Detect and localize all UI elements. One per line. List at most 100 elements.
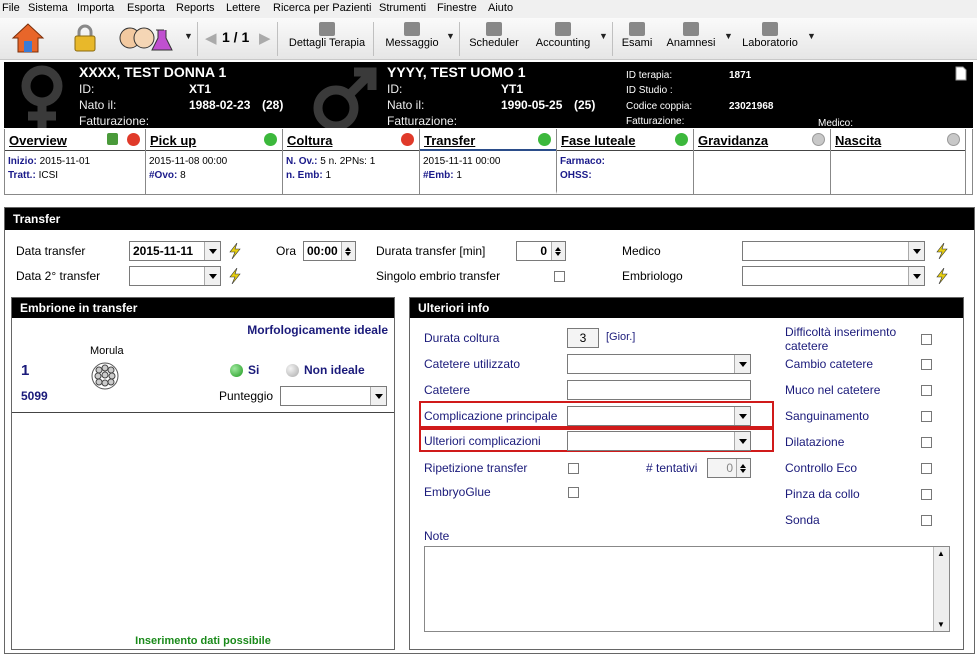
note-scrollbar[interactable]: ▲ ▼ (933, 547, 949, 631)
complicazione-principale-select[interactable] (567, 406, 751, 426)
prev-icon[interactable]: ◀ (205, 29, 217, 47)
menu-finestre[interactable]: Finestre (437, 2, 477, 14)
tab-line2: #Emb: 1 (423, 170, 462, 181)
tab-pick-up[interactable]: Pick up 2015-11-08 00:00 #Ovo: 8 (146, 129, 283, 194)
data-transfer-select[interactable]: 2015-11-11 (129, 241, 221, 261)
tab-fase-luteale[interactable]: Fase luteale Farmaco: OHSS: (557, 129, 694, 194)
messaggio-button[interactable]: Messaggio (380, 18, 444, 60)
next-icon[interactable]: ▶ (259, 29, 271, 47)
error-status-icon (401, 133, 414, 146)
menu-importa[interactable]: Importa (77, 2, 114, 14)
controllo-eco-label: Controllo Eco (785, 461, 858, 475)
messaggio-dropdown-arrow[interactable]: ▼ (446, 31, 455, 41)
scroll-down-icon[interactable]: ▼ (937, 620, 945, 629)
error-status-icon (127, 133, 140, 146)
embryo-code: 5099 (21, 389, 48, 403)
tab-title: Nascita (835, 133, 882, 148)
chevron-down-icon (204, 242, 220, 260)
dettagli-terapia-button[interactable]: Dettagli Terapia (288, 18, 366, 60)
embriologo-select[interactable] (742, 266, 925, 286)
scheduler-button[interactable]: Scheduler (466, 18, 522, 60)
lightning-icon[interactable] (934, 243, 950, 259)
tab-gravidanza[interactable]: Gravidanza (694, 129, 831, 194)
ulteriori-complicazioni-select[interactable] (567, 431, 751, 451)
cambio-catetere-checkbox[interactable] (921, 359, 932, 370)
controllo-eco-checkbox[interactable] (921, 463, 932, 474)
durata-transfer-spinner[interactable]: 0 (516, 241, 566, 261)
accounting-dropdown-arrow[interactable]: ▼ (599, 31, 608, 41)
male-id: YT1 (501, 82, 524, 96)
anamnesi-dropdown-arrow[interactable]: ▼ (724, 31, 733, 41)
id-terapia: 1871 (729, 70, 752, 81)
non-ideale-label: Non ideale (304, 363, 365, 377)
menu-ricerca-pazienti[interactable]: Ricerca per Pazienti (273, 2, 371, 14)
ok-status-icon (675, 133, 688, 146)
scroll-up-icon[interactable]: ▲ (937, 549, 945, 558)
tentativi-label: # tentativi (646, 461, 698, 475)
tab-line2: n. Emb: 1 (286, 170, 332, 181)
home-icon[interactable] (11, 22, 45, 54)
menu-reports[interactable]: Reports (176, 2, 215, 14)
sonda-checkbox[interactable] (921, 515, 932, 526)
data2-transfer-label: Data 2° transfer (16, 269, 101, 283)
menu-aiuto[interactable]: Aiuto (488, 2, 513, 14)
medico-label: Medico: (818, 118, 854, 128)
catetere-utilizzato-select[interactable] (567, 354, 751, 374)
laboratorio-button[interactable]: Laboratorio (740, 18, 800, 60)
couple-lab-icon[interactable] (118, 24, 176, 52)
menu-strumenti[interactable]: Strumenti (379, 2, 426, 14)
catetere-input[interactable] (567, 380, 751, 400)
tab-title: Pick up (150, 133, 197, 148)
lightning-icon[interactable] (227, 268, 243, 284)
calculator-icon (555, 22, 571, 36)
anamnesi-button[interactable]: Anamnesi (664, 18, 718, 60)
female-billing-label: Fatturazione: (79, 114, 150, 128)
menu-esporta[interactable]: Esporta (127, 2, 165, 14)
difficolta-checkbox[interactable] (921, 334, 932, 345)
accounting-button[interactable]: Accounting (532, 18, 594, 60)
divider (12, 412, 394, 413)
tab-coltura[interactable]: Coltura N. Ov.: 5 n. 2PNs: 1 n. Emb: 1 (283, 129, 420, 194)
male-billing-label: Fatturazione: (387, 114, 458, 128)
embryoglue-checkbox[interactable] (568, 487, 579, 498)
couple-dropdown-arrow[interactable]: ▼ (184, 31, 193, 41)
si-label: Si (248, 363, 260, 377)
tentativi-spinner[interactable]: 0 (707, 458, 751, 478)
ora-spinner[interactable]: 00:00 (303, 241, 356, 261)
female-birth: 1988-02-23 (189, 98, 251, 112)
document-icon[interactable] (955, 66, 967, 81)
lightning-icon[interactable] (227, 243, 243, 259)
si-radio[interactable] (230, 364, 243, 377)
tab-line1: Inizio: 2015-11-01 (8, 156, 91, 167)
menu-sistema[interactable]: Sistema (28, 2, 68, 14)
laboratorio-dropdown-arrow[interactable]: ▼ (807, 31, 816, 41)
toolbar-separator (612, 22, 613, 56)
female-age: (28) (262, 98, 284, 112)
dilatazione-checkbox[interactable] (921, 437, 932, 448)
lightning-icon[interactable] (934, 268, 950, 284)
morfologia-text: Morfologicamente ideale (247, 323, 388, 337)
lock-icon[interactable] (73, 24, 97, 52)
pinza-collo-checkbox[interactable] (921, 489, 932, 500)
menu-lettere[interactable]: Lettere (226, 2, 260, 14)
punteggio-label: Punteggio (219, 389, 274, 403)
durata-coltura-label: Durata coltura (424, 331, 500, 345)
female-id: XT1 (189, 82, 212, 96)
menu-file[interactable]: File (2, 2, 20, 14)
tab-nascita[interactable]: Nascita (831, 129, 966, 194)
note-textarea[interactable]: ▲ ▼ (424, 546, 950, 632)
data2-transfer-select[interactable] (129, 266, 221, 286)
non-ideale-radio[interactable] (286, 364, 299, 377)
ripetizione-transfer-checkbox[interactable] (568, 463, 579, 474)
sanguinamento-checkbox[interactable] (921, 411, 932, 422)
thumbs-up-icon (107, 133, 118, 145)
tab-overview[interactable]: Overview Inizio: 2015-11-01 Tratt.: ICSI (5, 129, 146, 194)
esami-button[interactable]: Esami (620, 18, 654, 60)
medico-select[interactable] (742, 241, 925, 261)
tab-transfer[interactable]: Transfer 2015-11-11 00:00 #Emb: 1 (420, 129, 557, 194)
punteggio-select[interactable] (280, 386, 387, 406)
muco-catetere-checkbox[interactable] (921, 385, 932, 396)
tab-line1: 2015-11-11 00:00 (423, 156, 501, 167)
calendar-icon (486, 22, 502, 36)
singolo-embrio-checkbox[interactable] (554, 271, 565, 282)
